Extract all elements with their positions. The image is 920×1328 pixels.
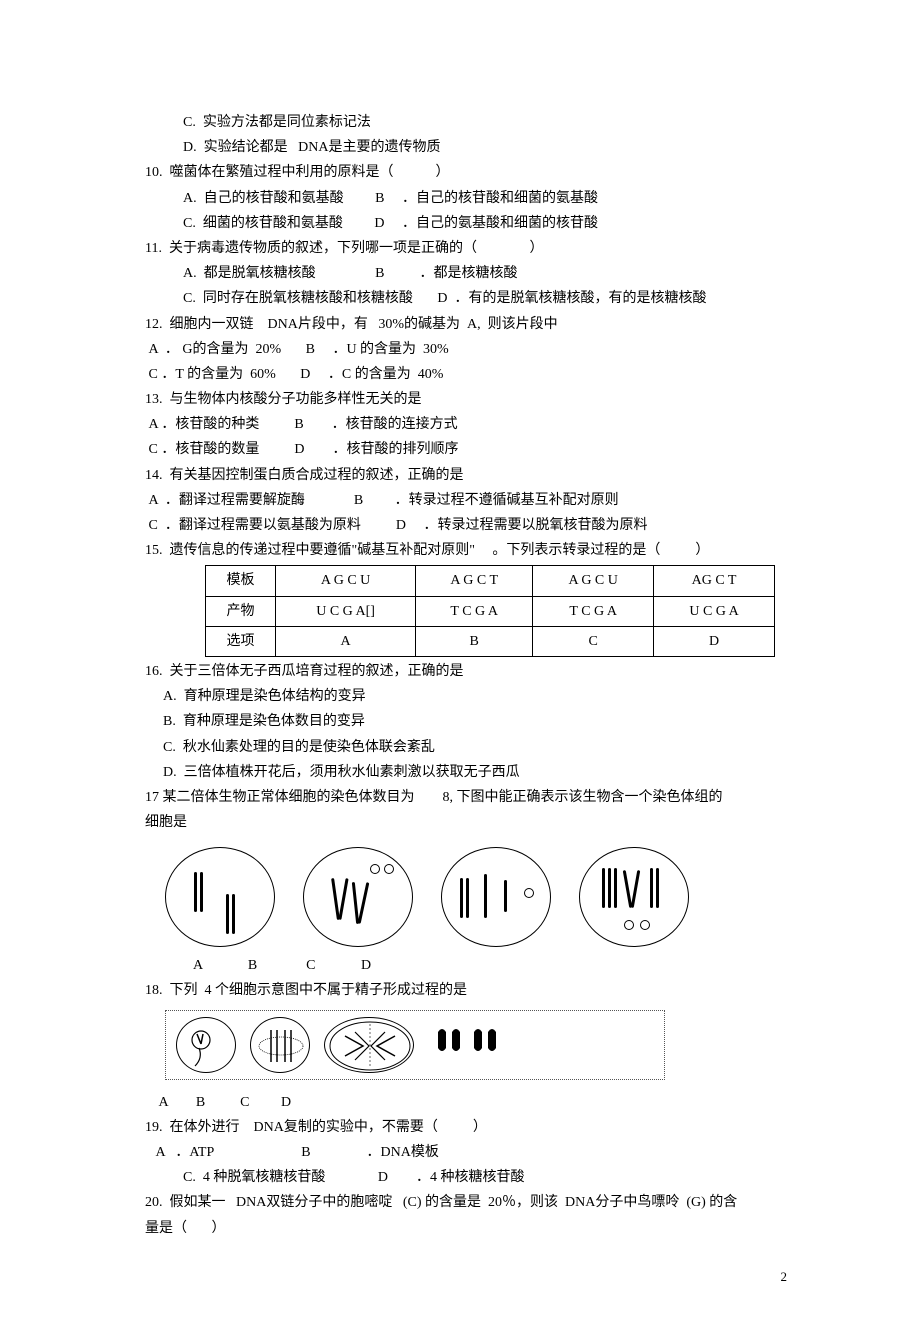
q12-option-ab: A ． G的含量为 20% B ．U 的含量为 30% <box>145 337 795 362</box>
cell: 选项 <box>206 626 276 656</box>
q16-option-b: B. 育种原理是染色体数目的变异 <box>145 709 795 734</box>
cell: A <box>276 626 416 656</box>
q20-stem-line2: 量是（ ） <box>145 1216 795 1241</box>
cell-diagram-b2 <box>250 1017 310 1073</box>
q18-figure <box>165 1010 795 1080</box>
q11-option-ab: A. 都是脱氧核糖核酸 B ．都是核糖核酸 <box>145 261 795 286</box>
q17-stem-line1: 17 某二倍体生物正常体细胞的染色体数目为 8, 下图中能正确表示该生物含一个染… <box>145 785 795 810</box>
cell-diagram-c <box>441 847 551 947</box>
cell: U C G A <box>654 596 775 626</box>
cell: 产物 <box>206 596 276 626</box>
q10-option-ab: A. 自己的核苷酸和氨基酸 B ．自己的核苷酸和细菌的氨基酸 <box>145 186 795 211</box>
q15-stem: 15. 遗传信息的传递过程中要遵循"碱基互补配对原则" 。下列表示转录过程的是（… <box>145 538 795 563</box>
q11-option-cd: C. 同时存在脱氧核糖核酸和核糖核酸 D ．有的是脱氧核糖核酸，有的是核糖核酸 <box>145 286 795 311</box>
cell-diagram-a <box>165 847 275 947</box>
q16-stem: 16. 关于三倍体无子西瓜培育过程的叙述，正确的是 <box>145 659 795 684</box>
cell: U C G A[] <box>276 596 416 626</box>
cell: D <box>654 626 775 656</box>
q19-option-ab: A ．ATP B ．DNA模板 <box>145 1140 795 1165</box>
q18-stem: 18. 下列 4 个细胞示意图中不属于精子形成过程的是 <box>145 978 795 1003</box>
q10-stem: 10. 噬菌体在繁殖过程中利用的原料是（ ） <box>145 160 795 185</box>
cell: A G C U <box>533 566 654 596</box>
q13-option-cd: C ．核苷酸的数量 D ．核苷酸的排列顺序 <box>145 437 795 462</box>
q11-stem: 11. 关于病毒遗传物质的叙述，下列哪一项是正确的（ ） <box>145 236 795 261</box>
q12-stem: 12. 细胞内一双链 DNA片段中，有 30%的碱基为 A, 则该片段中 <box>145 312 795 337</box>
q9-option-d: D. 实验结论都是 DNA是主要的遗传物质 <box>145 135 795 160</box>
q15-table: 模板 A G C U A G C T A G C U AG C T 产物 U C… <box>205 565 775 657</box>
cell-diagram-d2 <box>428 1018 508 1071</box>
q9-option-c: C. 实验方法都是同位素标记法 <box>145 110 795 135</box>
q14-stem: 14. 有关基因控制蛋白质合成过程的叙述，正确的是 <box>145 463 795 488</box>
cell: A G C T <box>416 566 533 596</box>
q17-figure <box>165 847 795 947</box>
q20-stem-line1: 20. 假如某一 DNA双链分子中的胞嘧啶 (C) 的含量是 20％，则该 DN… <box>145 1190 795 1215</box>
cell: T C G A <box>416 596 533 626</box>
q10-option-cd: C. 细菌的核苷酸和氨基酸 D ．自己的氨基酸和细菌的核苷酸 <box>145 211 795 236</box>
table-row: 模板 A G C U A G C T A G C U AG C T <box>206 566 775 596</box>
cell-diagram-b <box>303 847 413 947</box>
q19-option-cd: C. 4 种脱氧核糖核苷酸 D ．4 种核糖核苷酸 <box>145 1165 795 1190</box>
q16-option-c: C. 秋水仙素处理的目的是使染色体联会紊乱 <box>145 735 795 760</box>
cell: A G C U <box>276 566 416 596</box>
q14-option-ab: A ．翻译过程需要解旋酶 B ．转录过程不遵循碱基互补配对原则 <box>145 488 795 513</box>
q13-option-ab: A ．核苷酸的种类 B ．核苷酸的连接方式 <box>145 412 795 437</box>
q17-stem-line2: 细胞是 <box>145 810 795 835</box>
q16-option-a: A. 育种原理是染色体结构的变异 <box>145 684 795 709</box>
cell: AG C T <box>654 566 775 596</box>
q12-option-cd: C ．T 的含量为 60% D ．C 的含量为 40% <box>145 362 795 387</box>
cell: C <box>533 626 654 656</box>
q18-options: A B C D <box>145 1090 795 1115</box>
sperm-box <box>165 1010 665 1080</box>
q17-options: A B C D <box>145 953 795 978</box>
cell: T C G A <box>533 596 654 626</box>
page-number: 2 <box>145 1265 795 1288</box>
cell: 模板 <box>206 566 276 596</box>
cell-diagram-d <box>579 847 689 947</box>
table-row: 选项 A B C D <box>206 626 775 656</box>
q13-stem: 13. 与生物体内核酸分子功能多样性无关的是 <box>145 387 795 412</box>
cell-diagram-c2 <box>324 1017 414 1073</box>
q19-stem: 19. 在体外进行 DNA复制的实验中，不需要（ ） <box>145 1115 795 1140</box>
q14-option-cd: C ．翻译过程需要以氨基酸为原料 D ．转录过程需要以脱氧核苷酸为原料 <box>145 513 795 538</box>
cell-diagram-a2 <box>176 1017 236 1073</box>
cell: B <box>416 626 533 656</box>
q16-option-d: D. 三倍体植株开花后，须用秋水仙素刺激以获取无子西瓜 <box>145 760 795 785</box>
table-row: 产物 U C G A[] T C G A T C G A U C G A <box>206 596 775 626</box>
